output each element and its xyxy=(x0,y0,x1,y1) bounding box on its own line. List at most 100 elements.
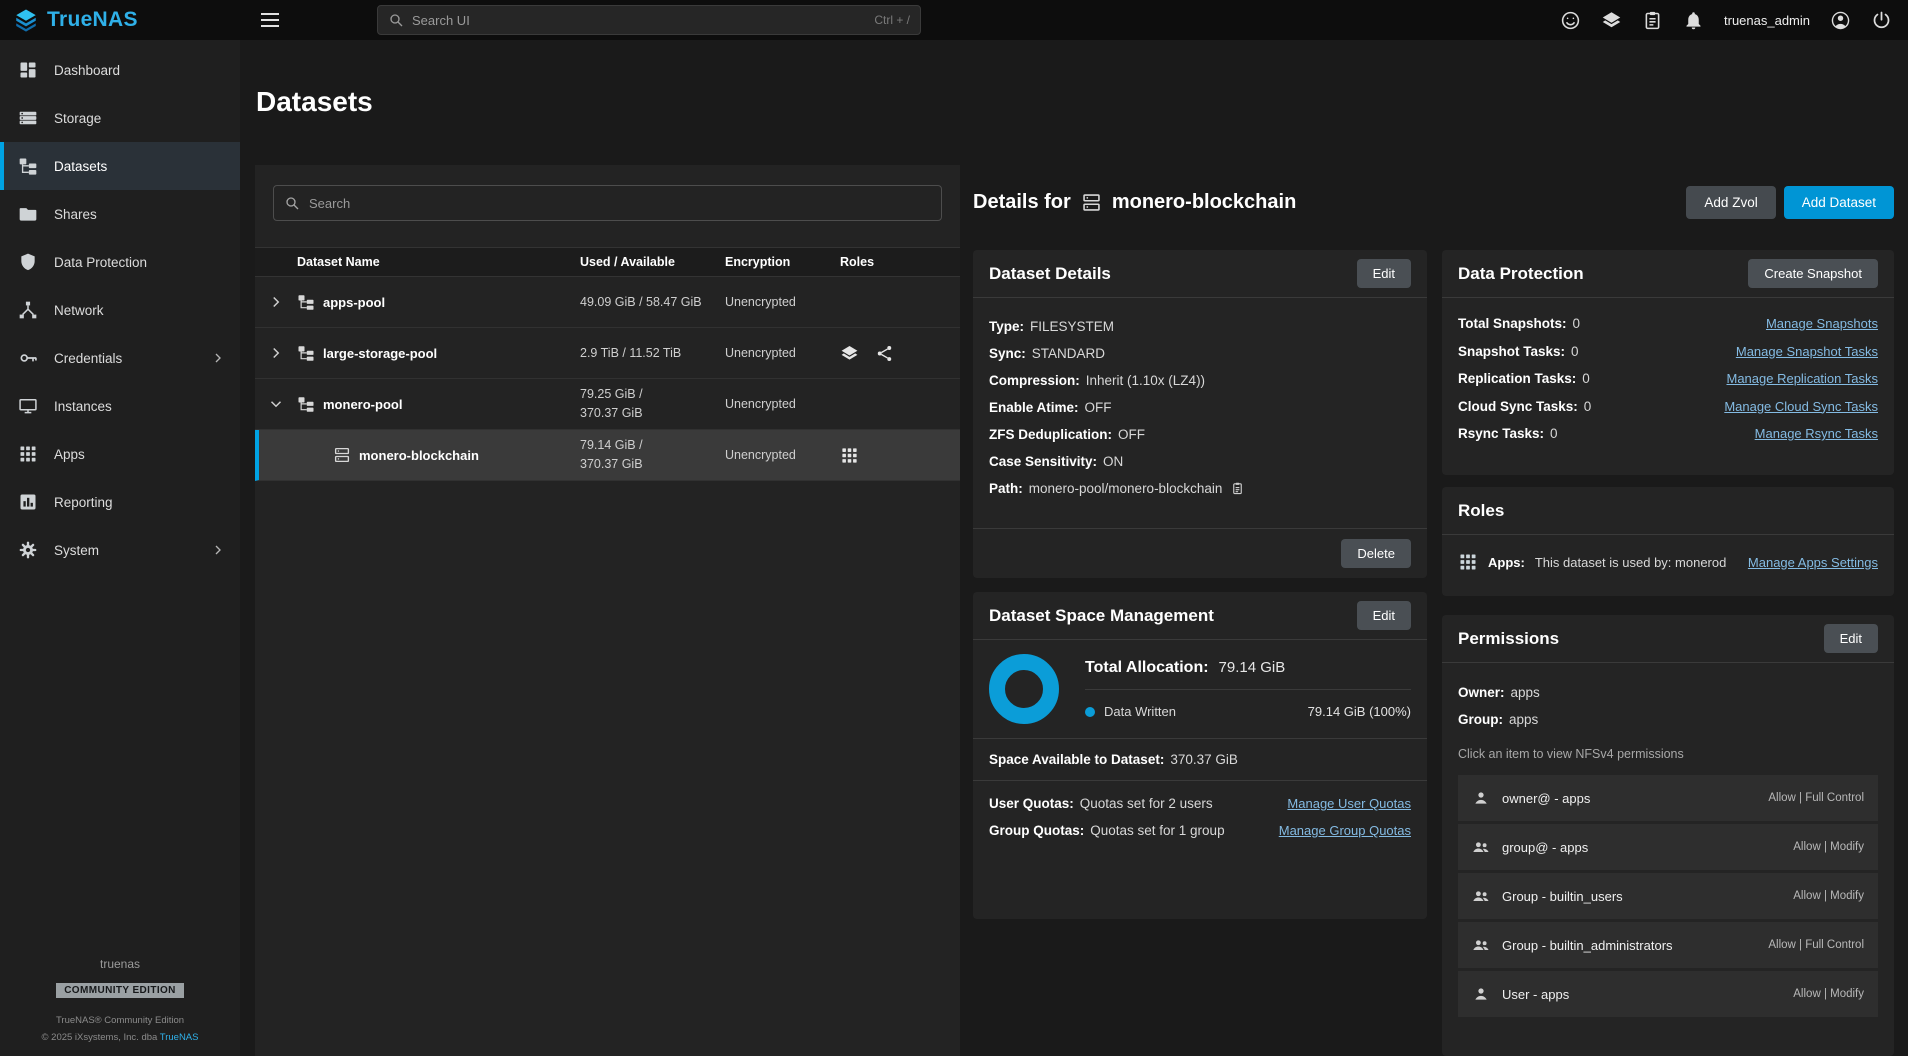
group-quotas-row: Group Quotas: Quotas set for 1 group Man… xyxy=(989,817,1411,844)
permission-entry-builtin-administrators[interactable]: Group - builtin_administrators Allow | F… xyxy=(1458,922,1878,968)
sidebar-item-credentials[interactable]: Credentials xyxy=(0,334,240,382)
row-label: Total Snapshots: xyxy=(1458,310,1567,338)
edit-permissions-button[interactable]: Edit xyxy=(1824,624,1878,653)
field-value: monero-pool/monero-blockchain xyxy=(1029,475,1246,502)
replication-tasks-row: Replication Tasks: 0 Manage Replication … xyxy=(1458,365,1878,393)
user-icon[interactable] xyxy=(1830,10,1851,31)
dataset-details-footer: Delete xyxy=(973,528,1427,578)
field-label: Type: xyxy=(989,313,1024,340)
data-protection-body: Total Snapshots: 0 Manage Snapshots Snap… xyxy=(1442,298,1894,460)
create-snapshot-button[interactable]: Create Snapshot xyxy=(1748,259,1878,288)
sidebar-item-dashboard[interactable]: Dashboard xyxy=(0,46,240,94)
copy-icon[interactable] xyxy=(1230,481,1245,496)
sidebar-item-label: Credentials xyxy=(54,351,122,366)
used-available-cell: 79.25 GiB / 370.37 GiB xyxy=(580,385,725,423)
manage-apps-settings-link[interactable]: Manage Apps Settings xyxy=(1748,555,1878,570)
menu-icon[interactable] xyxy=(258,8,282,32)
permission-value: Allow | Modify xyxy=(1793,988,1864,1000)
quotas-section: User Quotas: Quotas set for 2 users Mana… xyxy=(973,781,1427,856)
sidebar-item-data-protection[interactable]: Data Protection xyxy=(0,238,240,286)
encryption-cell: Unencrypted xyxy=(725,295,840,309)
person-icon xyxy=(1472,789,1490,807)
sidebar-item-apps[interactable]: Apps xyxy=(0,430,240,478)
tree-search-input[interactable] xyxy=(309,196,931,211)
table-row-monero-pool[interactable]: monero-pool 79.25 GiB / 370.37 GiB Unenc… xyxy=(255,379,960,430)
dataset-name-cell: large-storage-pool xyxy=(297,344,580,362)
permission-entry-group-at[interactable]: group@ - apps Allow | Modify xyxy=(1458,824,1878,870)
manage-cloud-sync-tasks-link[interactable]: Manage Cloud Sync Tasks xyxy=(1724,393,1878,421)
sidebar-item-system[interactable]: System xyxy=(0,526,240,574)
sidebar-item-label: System xyxy=(54,543,99,558)
sidebar-item-network[interactable]: Network xyxy=(0,286,240,334)
people-icon xyxy=(1472,838,1490,856)
edit-dataset-details-button[interactable]: Edit xyxy=(1357,259,1411,288)
cloud-sync-tasks-row: Cloud Sync Tasks: 0 Manage Cloud Sync Ta… xyxy=(1458,393,1878,421)
table-row-large-storage-pool[interactable]: large-storage-pool 2.9 TiB / 11.52 TiB U… xyxy=(255,328,960,379)
row-label: Snapshot Tasks: xyxy=(1458,338,1565,366)
permission-entry-user-apps[interactable]: User - apps Allow | Modify xyxy=(1458,971,1878,1017)
table-row-monero-blockchain[interactable]: monero-blockchain 79.14 GiB / 370.37 GiB… xyxy=(255,430,960,481)
footer-copyright-text: © 2025 iXsystems, Inc. dba xyxy=(42,1032,160,1043)
legend-dot xyxy=(1085,707,1095,717)
share-icon[interactable] xyxy=(875,344,894,363)
permission-entry-owner[interactable]: owner@ - apps Allow | Full Control xyxy=(1458,775,1878,821)
sidebar-item-label: Instances xyxy=(54,399,112,414)
add-dataset-button[interactable]: Add Dataset xyxy=(1784,186,1894,219)
manage-replication-tasks-link[interactable]: Manage Replication Tasks xyxy=(1726,365,1878,393)
manage-rsync-tasks-link[interactable]: Manage Rsync Tasks xyxy=(1755,420,1878,448)
encryption-cell: Unencrypted xyxy=(725,448,840,462)
card-header: Dataset Space Management Edit xyxy=(973,592,1427,640)
roles-cell xyxy=(840,344,948,363)
sidebar-item-reporting[interactable]: Reporting xyxy=(0,478,240,526)
sidebar-item-datasets[interactable]: Datasets xyxy=(0,142,240,190)
search-input[interactable] xyxy=(412,13,866,28)
jobs-icon[interactable] xyxy=(1642,10,1663,31)
chevron-right-icon[interactable] xyxy=(267,344,285,362)
truenas-app: TrueNAS Ctrl + / truenas_admin xyxy=(0,0,1908,1056)
chevron-right-icon[interactable] xyxy=(267,293,285,311)
legend-value: 79.14 GiB (100%) xyxy=(1308,704,1411,719)
dataset-name-cell: monero-pool xyxy=(297,395,580,413)
owner-label: Owner: xyxy=(1458,679,1505,706)
brand[interactable]: TrueNAS xyxy=(0,8,240,32)
gear-icon xyxy=(18,540,38,560)
footer-brand-link[interactable]: TrueNAS xyxy=(160,1032,199,1043)
apps-icon[interactable] xyxy=(840,446,859,465)
sidebar-item-instances[interactable]: Instances xyxy=(0,382,240,430)
layers-icon[interactable] xyxy=(1601,10,1622,31)
row-value: 0 xyxy=(1550,420,1558,448)
manage-snapshot-tasks-link[interactable]: Manage Snapshot Tasks xyxy=(1736,338,1878,366)
dataset-name: apps-pool xyxy=(323,295,385,310)
space-chart-section: Total Allocation: 79.14 GiB Data Written… xyxy=(973,640,1427,738)
permission-entry-builtin-users[interactable]: Group - builtin_users Allow | Modify xyxy=(1458,873,1878,919)
edition-badge[interactable]: COMMUNITY EDITION xyxy=(56,983,184,998)
layers-icon[interactable] xyxy=(840,344,859,363)
sidebar-item-storage[interactable]: Storage xyxy=(0,94,240,142)
group-quotas-value: Quotas set for 1 group xyxy=(1090,817,1224,844)
shield-icon xyxy=(18,252,38,272)
user-quotas-row: User Quotas: Quotas set for 2 users Mana… xyxy=(989,790,1411,817)
alerts-icon[interactable] xyxy=(1683,10,1704,31)
permissions-body: Owner: apps Group: apps Click an item to… xyxy=(1442,663,1894,1029)
tree-search[interactable] xyxy=(273,185,942,221)
dashboard-icon xyxy=(18,60,38,80)
feedback-icon[interactable] xyxy=(1560,10,1581,31)
field-value: OFF xyxy=(1085,394,1112,421)
encryption-cell: Unencrypted xyxy=(725,397,840,411)
global-search[interactable]: Ctrl + / xyxy=(377,5,921,35)
manage-user-quotas-link[interactable]: Manage User Quotas xyxy=(1287,790,1411,817)
edit-space-button[interactable]: Edit xyxy=(1357,601,1411,630)
sidebar-item-shares[interactable]: Shares xyxy=(0,190,240,238)
roles-text: This dataset is used by: monerod xyxy=(1535,555,1727,570)
card-header: Data Protection Create Snapshot xyxy=(1442,250,1894,298)
table-row-apps-pool[interactable]: apps-pool 49.09 GiB / 58.47 GiB Unencryp… xyxy=(255,277,960,328)
add-zvol-button[interactable]: Add Zvol xyxy=(1686,186,1775,219)
delete-dataset-button[interactable]: Delete xyxy=(1341,539,1411,568)
column-encryption: Encryption xyxy=(725,255,840,269)
manage-snapshots-link[interactable]: Manage Snapshots xyxy=(1766,310,1878,338)
power-icon[interactable] xyxy=(1871,10,1892,31)
main-content: Datasets Dataset Name Used / Available E… xyxy=(240,40,1908,1056)
detail-row-sync: Sync:STANDARD xyxy=(989,340,1411,367)
manage-group-quotas-link[interactable]: Manage Group Quotas xyxy=(1279,817,1411,844)
chevron-down-icon[interactable] xyxy=(267,395,285,413)
